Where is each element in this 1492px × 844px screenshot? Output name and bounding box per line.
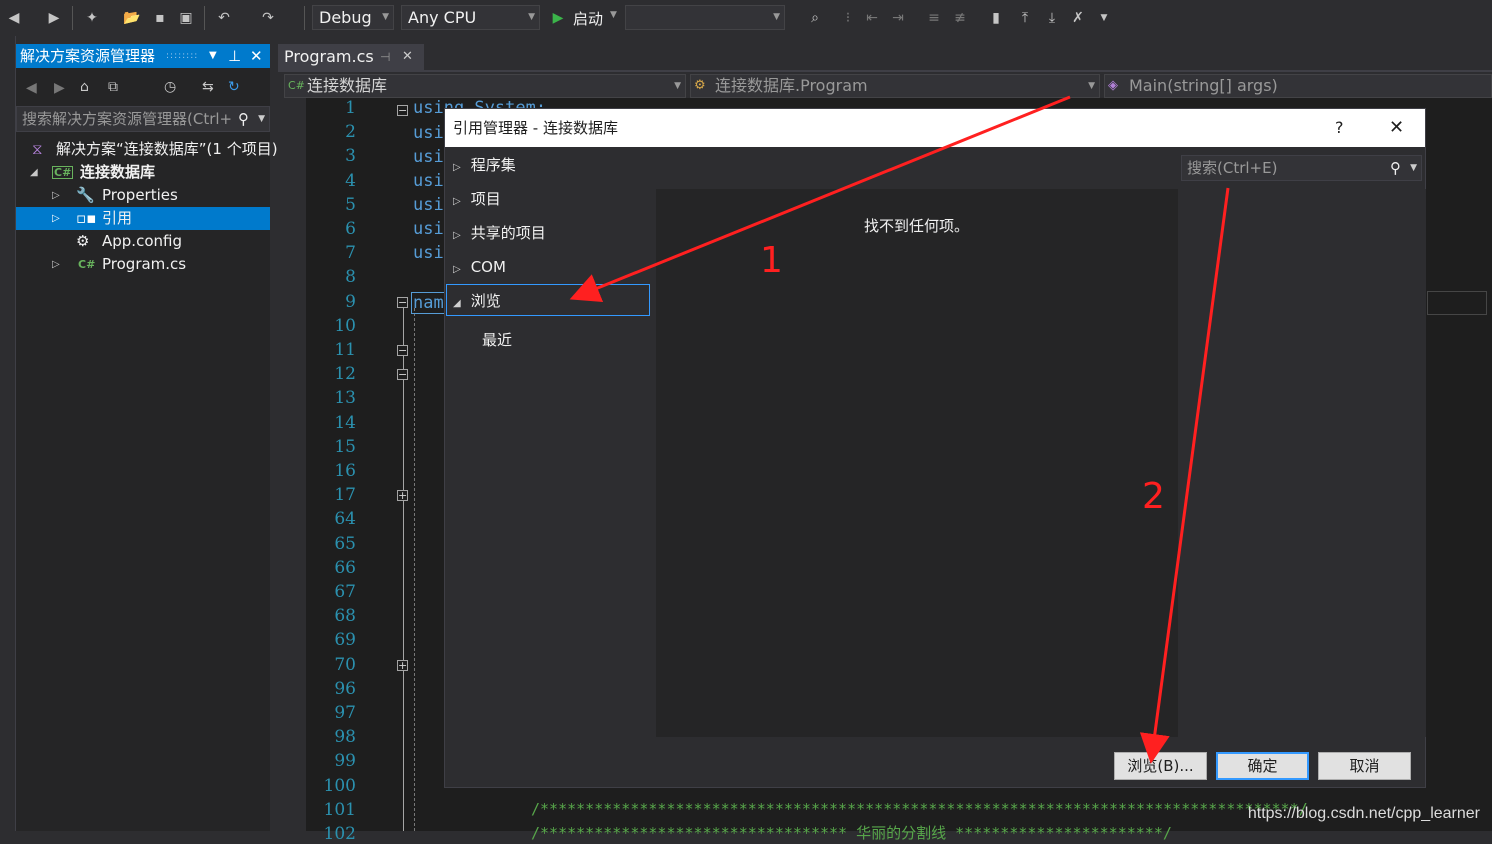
arrow-to-browse-category: [569, 95, 1071, 303]
arrow-to-browse-button: [1139, 187, 1230, 764]
annotation-arrows: [569, 95, 1230, 764]
annotation-label-2: 2: [1142, 476, 1165, 517]
watermark: https://blog.csdn.net/cpp_learner: [1247, 805, 1480, 822]
annotation-label-1: 1: [760, 240, 783, 281]
